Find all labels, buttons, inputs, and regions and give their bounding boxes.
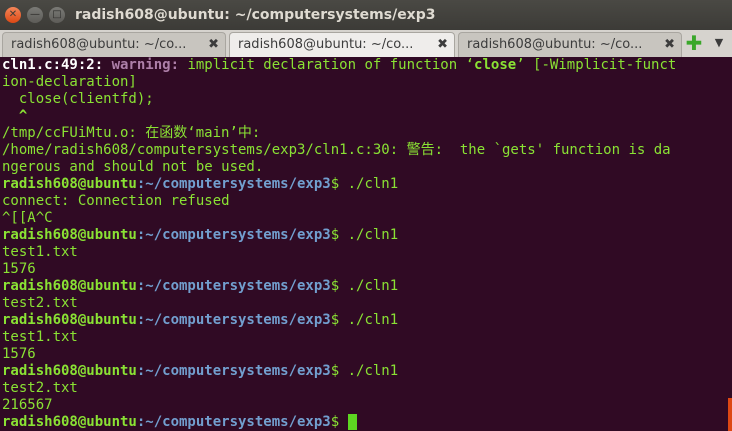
linker-warning: /home/radish608/computersystems/exp3/cln… (2, 142, 671, 158)
maximize-window-button[interactable]: □ (49, 7, 65, 23)
minimize-window-button[interactable]: — (27, 7, 43, 23)
output-line: 1576 (2, 261, 36, 277)
output-line: 1576 (2, 346, 36, 362)
window-title: radish608@ubuntu: ~/computersystems/exp3 (75, 7, 436, 23)
prompt-line: radish608@ubuntu:~/computersystems/exp3$… (2, 227, 399, 243)
output-line: test1.txt (2, 329, 78, 345)
prompt-line: radish608@ubuntu:~/computersystems/exp3$… (2, 278, 399, 294)
output-line: ^[[A^C (2, 210, 53, 226)
prompt-line: radish608@ubuntu:~/computersystems/exp3$… (2, 176, 399, 192)
source-snippet: close(clientfd); (2, 91, 154, 107)
tab-close-icon[interactable]: ✖ (208, 33, 219, 57)
output-line: test2.txt (2, 380, 78, 396)
close-window-button[interactable]: ✕ (5, 7, 21, 23)
output-line: connect: Connection refused (2, 193, 230, 209)
tab-close-icon[interactable]: ✖ (437, 33, 448, 57)
scrollbar-edge[interactable] (728, 398, 732, 431)
prompt-line: radish608@ubuntu:~/computersystems/exp3$… (2, 312, 399, 328)
output-line: test2.txt (2, 295, 78, 311)
caret-marker: ^ (2, 108, 28, 124)
compiler-warning-wrap: ion-declaration] (2, 74, 137, 90)
window-titlebar: ✕ — □ radish608@ubuntu: ~/computersystem… (0, 0, 732, 30)
active-prompt-line[interactable]: radish608@ubuntu:~/computersystems/exp3$ (2, 414, 357, 431)
tab-terminal-3[interactable]: radish608@ubuntu: ~/co... ✖ (458, 32, 682, 57)
tab-terminal-2[interactable]: radish608@ubuntu: ~/co... ✖ (229, 32, 455, 57)
prompt-line: radish608@ubuntu:~/computersystems/exp3$… (2, 363, 399, 379)
linker-message: /tmp/ccFUiMtu.o: 在函数‘main’中: (2, 125, 261, 141)
linker-warning-wrap: ngerous and should not be used. (2, 159, 264, 175)
tab-terminal-1[interactable]: radish608@ubuntu: ~/co... ✖ (2, 32, 226, 57)
tab-label: radish608@ubuntu: ~/co... (238, 37, 414, 52)
terminal-output[interactable]: cln1.c:49:2: warning: implicit declarati… (0, 57, 732, 431)
tab-label: radish608@ubuntu: ~/co... (11, 37, 187, 52)
output-line: test1.txt (2, 244, 78, 260)
new-tab-icon[interactable]: ✚ (684, 33, 704, 53)
output-line: 216567 (2, 397, 53, 413)
tab-label: radish608@ubuntu: ~/co... (467, 37, 643, 52)
text-cursor (347, 414, 357, 430)
tab-menu-icon[interactable]: ▼ (711, 35, 727, 51)
compiler-warning-line: cln1.c:49:2: warning: implicit declarati… (2, 57, 677, 73)
tab-close-icon[interactable]: ✖ (664, 33, 675, 57)
tab-bar: radish608@ubuntu: ~/co... ✖ radish608@ub… (0, 30, 732, 58)
